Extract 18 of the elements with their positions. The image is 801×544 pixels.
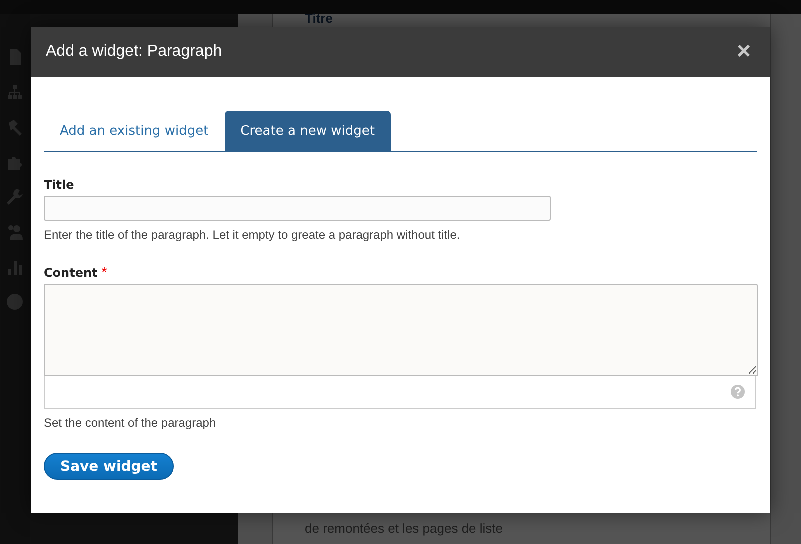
wrench-icon[interactable] [6, 188, 24, 206]
field-label: Titre [305, 11, 334, 26]
dialog-title: Add a widget: Paragraph [46, 43, 222, 61]
field-description: Set the content of the paragraph [44, 416, 218, 430]
tab[interactable]: Add an existing widget [44, 111, 225, 151]
hammer-icon[interactable] [6, 118, 24, 136]
content-textarea[interactable] [44, 284, 758, 376]
people-icon[interactable] [6, 223, 24, 241]
sitemap-icon[interactable] [6, 83, 24, 101]
field-description: Enter the title of the paragraph. Let it empty to greate a paragraph without title. [44, 228, 462, 242]
tab[interactable]: Create a new widget [224, 111, 391, 151]
close-button[interactable]: × [736, 40, 751, 64]
required-mark: * [102, 264, 108, 280]
field-label: Content [44, 266, 98, 280]
title-input[interactable] [44, 196, 551, 221]
field-label: Title [44, 178, 74, 192]
save-button[interactable]: Save widget [44, 453, 174, 480]
bar-chart-icon[interactable] [6, 258, 24, 276]
